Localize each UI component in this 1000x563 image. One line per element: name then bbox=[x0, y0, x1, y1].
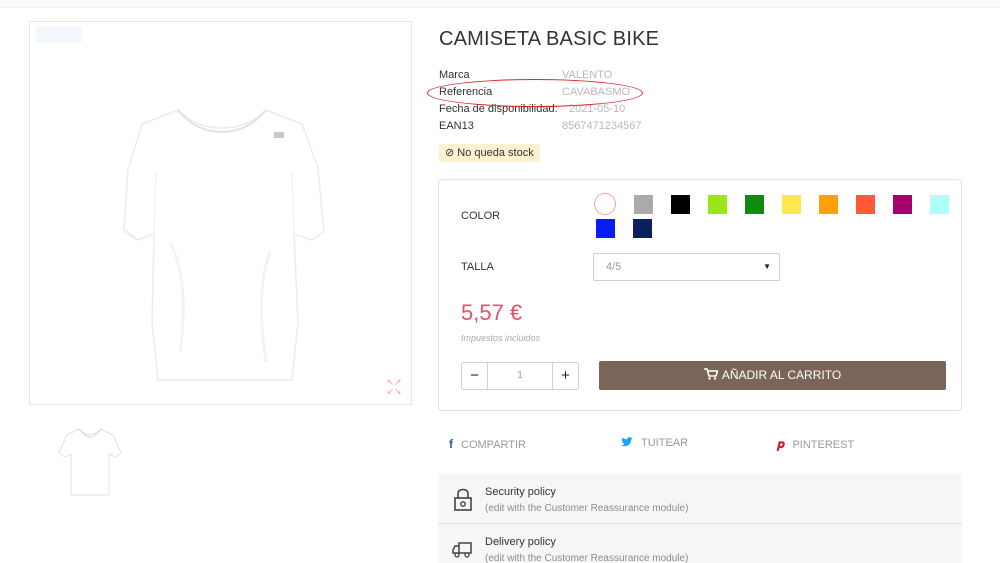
stock-badge: ⊘ No queda stock bbox=[439, 144, 540, 162]
reassurance-delivery-subtitle: (edit with the Customer Reassurance modu… bbox=[485, 553, 689, 563]
top-bar bbox=[0, 0, 1000, 8]
product-main-image[interactable]: ↖↗ ↙↘ bbox=[29, 21, 412, 405]
color-swatch-yellow[interactable] bbox=[782, 195, 801, 214]
reference-highlight-ellipse bbox=[427, 79, 643, 107]
product-title: CAMISETA BASIC BIKE bbox=[439, 28, 660, 50]
product-price: 5,57 € bbox=[461, 300, 523, 325]
reassurance-delivery-title: Delivery policy bbox=[485, 536, 556, 548]
product-thumbnail[interactable] bbox=[49, 423, 129, 503]
cart-icon bbox=[703, 368, 719, 380]
ban-icon: ⊘ bbox=[445, 147, 455, 159]
add-to-cart-button[interactable]: AÑADIR AL CARRITO bbox=[599, 361, 946, 390]
share-facebook-label: COMPARTIR bbox=[461, 439, 526, 451]
brand-label: Marca bbox=[439, 69, 470, 81]
add-to-cart-label: AÑADIR AL CARRITO bbox=[721, 368, 842, 382]
reassurance-security-subtitle: (edit with the Customer Reassurance modu… bbox=[485, 503, 689, 514]
lock-icon bbox=[454, 488, 472, 511]
reassurance-block: Security policy (edit with the Customer … bbox=[438, 474, 962, 563]
increase-quantity-button[interactable]: + bbox=[552, 363, 578, 389]
twitter-icon bbox=[621, 437, 633, 447]
tshirt-thumbnail-image bbox=[58, 428, 122, 496]
brand-row: Marca VALENTO bbox=[439, 69, 612, 81]
tax-note: Impuestos incluidos bbox=[461, 333, 541, 343]
quantity-input[interactable] bbox=[488, 363, 552, 389]
reassurance-security-title: Security policy bbox=[485, 486, 556, 498]
color-swatch-orange[interactable] bbox=[819, 195, 838, 214]
color-swatch-lime[interactable] bbox=[708, 195, 727, 214]
reassurance-item-delivery: Delivery policy (edit with the Customer … bbox=[438, 525, 962, 563]
ean-row: EAN13 8567471234567 bbox=[439, 120, 642, 132]
truck-icon bbox=[452, 542, 472, 558]
ean-label: EAN13 bbox=[439, 120, 474, 132]
color-swatch-blue[interactable] bbox=[596, 219, 615, 238]
reassurance-item-security: Security policy (edit with the Customer … bbox=[438, 474, 962, 524]
stock-text: No queda stock bbox=[457, 147, 534, 159]
tshirt-image bbox=[123, 109, 325, 381]
color-swatch-white[interactable] bbox=[594, 193, 616, 215]
decrease-quantity-button[interactable]: − bbox=[462, 363, 488, 389]
color-swatch-aqua[interactable] bbox=[930, 195, 949, 214]
share-twitter-label: TUITEAR bbox=[641, 437, 689, 449]
color-swatch-navy[interactable] bbox=[633, 219, 652, 238]
pinterest-icon: 𝒑 bbox=[777, 437, 785, 451]
color-swatch-black[interactable] bbox=[671, 195, 690, 214]
size-select-value: 4/5 bbox=[606, 261, 622, 273]
share-facebook-link[interactable]: f COMPARTIR bbox=[449, 437, 526, 451]
caret-down-icon: ▼ bbox=[763, 262, 771, 271]
quantity-stepper: − + bbox=[461, 362, 579, 390]
color-swatch-red[interactable] bbox=[856, 195, 875, 214]
expand-icon[interactable]: ↖↗ ↙↘ bbox=[385, 378, 403, 396]
color-swatch-green[interactable] bbox=[745, 195, 764, 214]
size-label: TALLA bbox=[461, 261, 494, 273]
share-pinterest-link[interactable]: 𝒑 PINTEREST bbox=[777, 437, 854, 452]
color-swatch-purple[interactable] bbox=[893, 195, 912, 214]
share-twitter-link[interactable]: TUITEAR bbox=[621, 437, 688, 449]
color-swatch-grey[interactable] bbox=[634, 195, 653, 214]
color-label: COLOR bbox=[461, 210, 501, 222]
share-pinterest-label: PINTEREST bbox=[792, 439, 855, 451]
ean-value: 8567471234567 bbox=[562, 120, 642, 132]
facebook-icon: f bbox=[449, 437, 453, 451]
size-select[interactable]: 4/5 ▼ bbox=[593, 253, 780, 281]
